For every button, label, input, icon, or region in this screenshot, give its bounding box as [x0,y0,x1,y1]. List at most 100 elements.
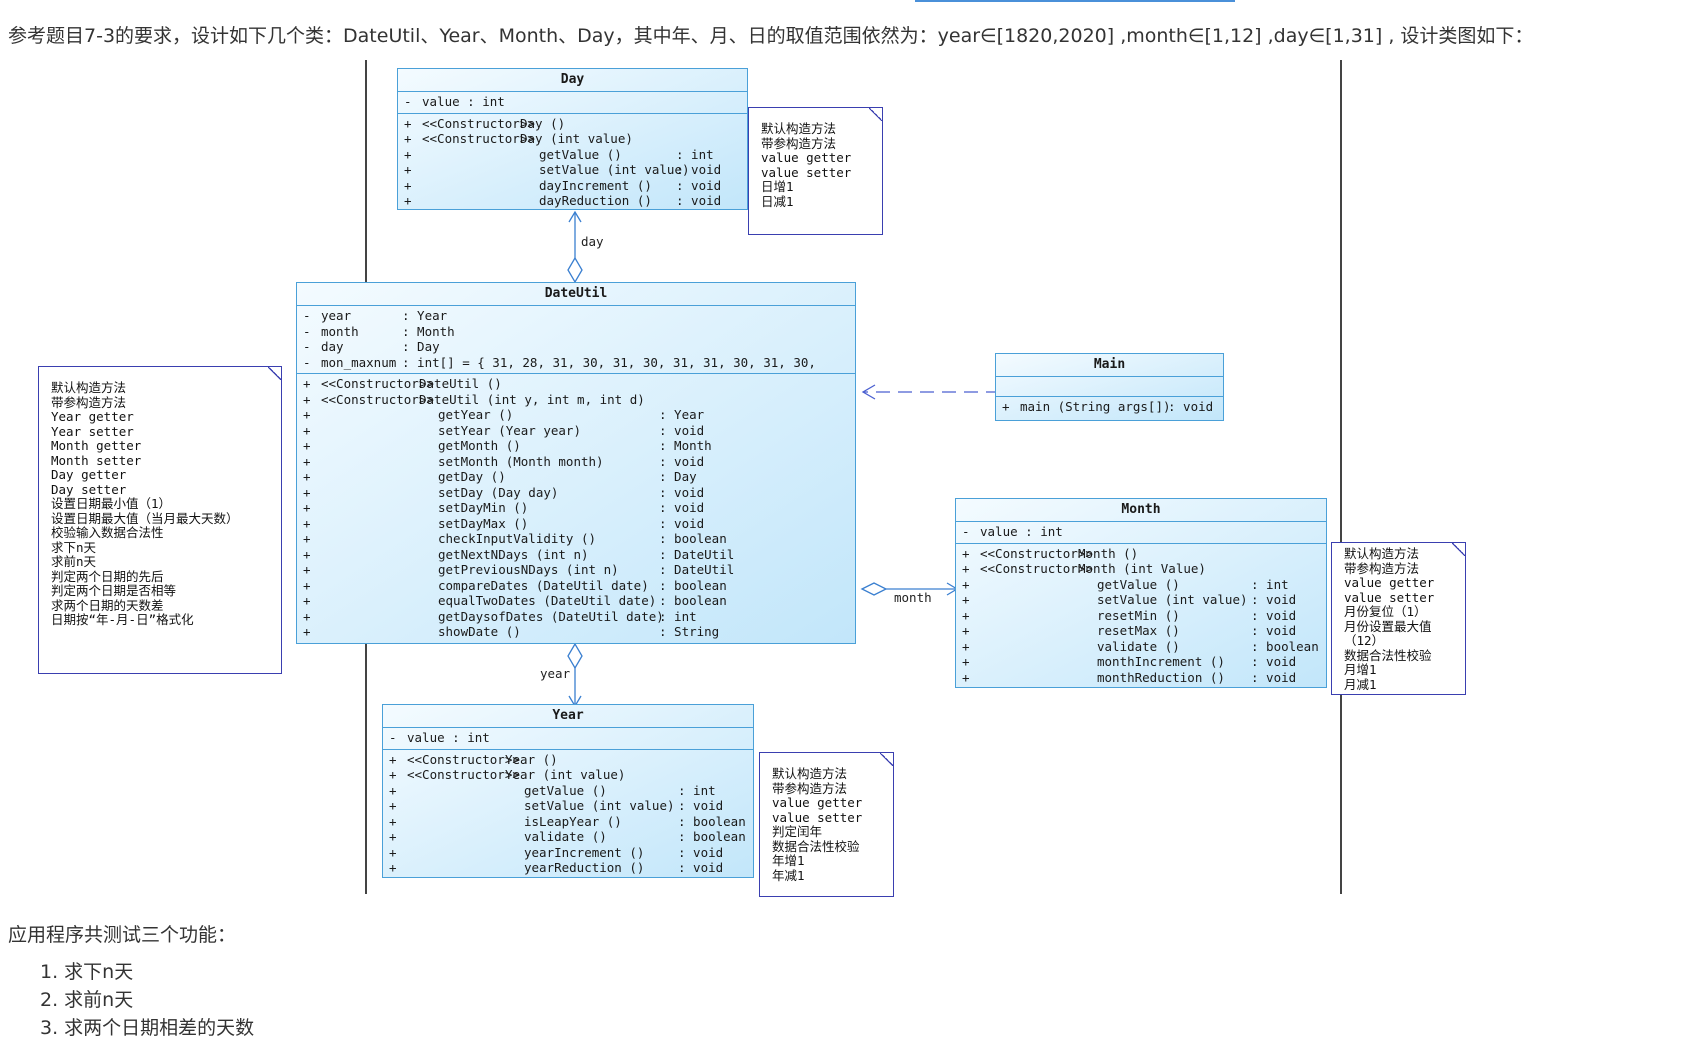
stereotype: <<Constructor>> [980,561,1093,576]
operation-name: validate () [1097,638,1180,654]
visibility-marker: + [303,500,311,515]
return-type: : void [1251,654,1297,669]
note-line: 月份复位（1） [1344,604,1427,619]
note-year: 默认构造方法 带参构造方法 value getter value setter 判定闰年… [759,752,894,897]
note-line: 数据合法性校验 [1344,647,1432,663]
operation-name: getDay () [438,469,506,484]
return-type: : void [659,453,705,469]
class-dateutil[interactable]: DateUtil - year: Year - month: Month - day: Da… [296,282,856,644]
note-line: Day setter [51,481,127,497]
note-line: 月减1 [1344,676,1377,692]
visibility-marker: + [962,654,970,669]
note-line: 带参构造方法 [761,135,837,151]
operation-name: DateUtil (int y, int m, int d) [419,391,645,407]
operation-name: Day () [520,115,566,131]
operation-name: getNextNDays (int n) [438,546,589,562]
operation-row: + validate (): boolean [956,639,1326,655]
attribute-type: : int[] = { 31, 28, 31, 30, 31, 30, 31, … [402,354,816,370]
visibility-marker: + [404,177,412,193]
class-month[interactable]: Month - value : int + <<Constructor>> Month (… [955,498,1327,688]
note-line: Month getter [51,438,142,453]
return-type: : void [678,860,724,875]
attribute-name: month [321,323,359,339]
visibility-marker: + [962,561,970,576]
visibility-marker: + [303,546,311,562]
visibility-marker: + [962,592,970,607]
attribute-name: mon_maxnum [321,354,397,370]
operation-row: + setDay (Day day): void [297,485,855,501]
note-line: 日期按“年-月-日”格式化 [51,612,194,627]
note-line: 默认构造方法 [761,121,837,136]
visibility-marker: + [303,608,311,624]
return-type: : int [659,608,697,624]
return-type: : boolean [678,813,746,829]
operation-row: + getNextNDays (int n): DateUtil [297,547,855,563]
attribute-row: - value : int [956,524,1326,540]
class-day[interactable]: Day - value : int + <<Constructor>> Day () + <<… [397,68,748,210]
operation-name: setValue (int value) [539,162,690,177]
visibility-marker: - [303,323,311,339]
note-line: Month setter [51,452,142,468]
visibility-marker: + [389,860,397,875]
note-line: value setter [1344,589,1435,605]
note-line: Year getter [51,409,134,424]
return-type: : String [659,624,720,639]
return-type: : boolean [659,593,727,608]
stereotype: <<Constructor>> [407,767,520,782]
visibility-marker: + [303,515,311,531]
stereotype: <<Constructor>> [407,751,520,767]
return-type: : int [676,146,714,162]
operation-row: + resetMin (): void [956,608,1326,624]
operation-name: compareDates (DateUtil date) [438,577,649,593]
note-line: 默认构造方法 [1344,546,1420,561]
return-type: : void [659,515,705,531]
class-year[interactable]: Year - value : int + <<Constructor>> Year () +… [382,704,754,878]
attribute-row: - day: Day [297,339,855,355]
note-line: value setter [772,809,863,825]
operation-name: checkInputValidity () [438,531,597,546]
operation-section: + main (String args[]): void [996,397,1223,418]
visibility-marker: + [303,438,311,453]
operation-row: + monthReduction (): void [956,670,1326,686]
visibility-marker: + [962,545,970,561]
operation-row: + <<Constructor>> DateUtil (int y, int m, … [297,392,855,408]
operation-row: + setYear (Year year): void [297,423,855,439]
return-type: : void [659,500,705,515]
visibility-marker: + [303,593,311,608]
attribute-row: - month : Month [297,324,855,340]
class-main[interactable]: Main + main (String args[]): void [995,353,1224,421]
visibility-marker: + [389,782,397,798]
operation-row: + monthIncrement () : void [956,654,1326,670]
note-line: 默认构造方法 [51,380,127,395]
operation-row: + <<Constructor>> Year () [383,752,753,768]
operation-section: + <<Constructor>> Day () + <<Constructor>> Da… [398,114,747,212]
return-type: : void [1168,399,1214,414]
return-type: : void [659,422,705,438]
return-type: : void [678,844,724,860]
visibility-marker: + [303,484,311,500]
visibility-marker: + [303,624,311,639]
operation-row: + getValue (): int [398,147,747,163]
return-type: : void [1251,592,1297,607]
return-type: : int [1251,576,1289,592]
operation-name: yearReduction () [524,860,645,875]
return-type: : Day [659,469,697,484]
operation-row: + setDayMin (): void [297,500,855,516]
note-line: 年增1 [772,853,805,868]
visibility-marker: - [303,308,311,323]
operation-name: resetMax () [1097,623,1180,638]
note-line: 月增1 [1344,662,1377,677]
note-line: 数据合法性校验 [772,838,860,854]
operation-name: setDay (Day day) [438,484,559,500]
visibility-marker: + [303,453,311,469]
operation-name: monthIncrement () [1097,654,1225,669]
return-type: : void [1251,669,1297,685]
operation-row: + checkInputValidity (): boolean [297,531,855,547]
operation-row: + validate (): boolean [383,829,753,845]
operation-name: setValue (int value) [1097,592,1248,607]
visibility-marker: + [303,469,311,484]
class-title: Day [398,69,747,92]
operation-name: setDayMax () [438,515,529,531]
operation-name: Year (int value) [505,767,626,782]
attribute-type: : Month [402,323,455,339]
